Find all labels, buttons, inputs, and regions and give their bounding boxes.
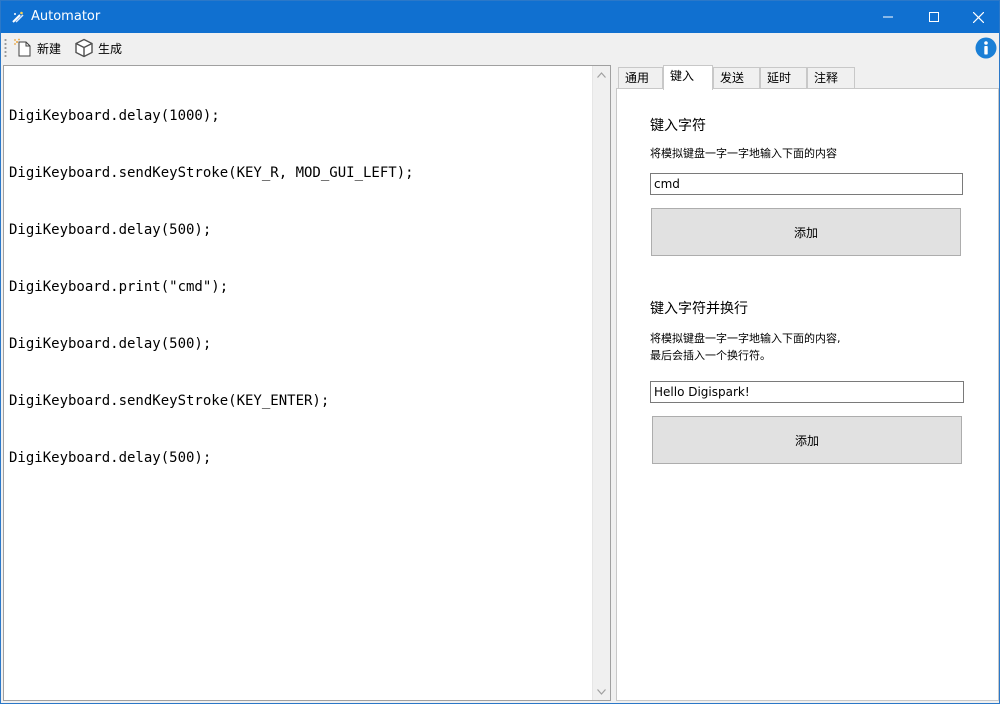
new-document-icon	[14, 38, 31, 57]
app-window: Automator 新建 生成 DigiKeyboard.delay(1000)…	[0, 0, 1000, 704]
close-icon	[972, 11, 984, 23]
generate-button[interactable]: 生成	[74, 36, 122, 60]
editor-vertical-scrollbar[interactable]	[592, 66, 610, 700]
type-section-description: 将模拟键盘一字一字地输入下面的内容	[650, 147, 837, 160]
code-line[interactable]: DigiKeyboard.sendKeyStroke(KEY_R, MOD_GU…	[9, 164, 414, 183]
typeline-text-input[interactable]	[650, 381, 964, 403]
generate-button-label: 生成	[98, 41, 123, 56]
code-content[interactable]: DigiKeyboard.delay(1000); DigiKeyboard.s…	[9, 69, 414, 506]
typeline-section-description-1: 将模拟键盘一字一字地输入下面的内容,	[650, 332, 841, 345]
tab-general[interactable]: 通用	[618, 67, 663, 88]
typeline-add-button[interactable]: 添加	[652, 416, 962, 464]
code-line[interactable]: DigiKeyboard.print("cmd");	[9, 278, 414, 297]
info-button[interactable]	[975, 37, 997, 59]
type-tab-panel: 键入字符 将模拟键盘一字一字地输入下面的内容 添加 键入字符并换行 将模拟键盘一…	[616, 88, 999, 701]
tab-send[interactable]: 发送	[713, 67, 760, 88]
tab-delay[interactable]: 延时	[760, 67, 807, 88]
tab-strip: 通用 键入 发送 延时 注释	[615, 65, 999, 90]
type-add-button[interactable]: 添加	[651, 208, 961, 256]
code-line[interactable]: DigiKeyboard.delay(1000);	[9, 107, 414, 126]
tab-comment[interactable]: 注释	[807, 67, 855, 88]
code-editor[interactable]: DigiKeyboard.delay(1000); DigiKeyboard.s…	[3, 65, 611, 701]
window-title: Automator	[31, 9, 101, 24]
scroll-down-button[interactable]	[593, 683, 610, 700]
code-line[interactable]: DigiKeyboard.delay(500);	[9, 449, 414, 468]
maximize-button[interactable]	[911, 1, 957, 33]
chevron-up-icon	[597, 71, 606, 78]
code-line[interactable]: DigiKeyboard.delay(500);	[9, 335, 414, 354]
typeline-section-description-2: 最后会插入一个换行符。	[650, 349, 771, 362]
new-button[interactable]: 新建	[13, 36, 61, 60]
tab-type[interactable]: 键入	[663, 65, 713, 90]
code-line[interactable]: DigiKeyboard.delay(500);	[9, 221, 414, 240]
close-button[interactable]	[955, 1, 1000, 33]
scroll-up-button[interactable]	[593, 66, 610, 83]
title-bar[interactable]: Automator	[1, 1, 999, 33]
info-icon	[975, 37, 997, 59]
code-line[interactable]: DigiKeyboard.sendKeyStroke(KEY_ENTER);	[9, 392, 414, 411]
type-section-title: 键入字符	[650, 118, 706, 134]
new-button-label: 新建	[37, 41, 62, 56]
maximize-icon	[929, 12, 939, 22]
minimize-button[interactable]	[865, 1, 911, 33]
type-text-input[interactable]	[650, 173, 963, 195]
toolbar-grip[interactable]	[4, 38, 7, 58]
toolbar: 新建 生成	[1, 33, 999, 63]
cube-icon	[75, 38, 93, 58]
chevron-down-icon	[597, 688, 606, 695]
automator-app-icon	[12, 11, 24, 23]
minimize-icon	[883, 16, 893, 18]
typeline-section-title: 键入字符并换行	[650, 301, 748, 317]
